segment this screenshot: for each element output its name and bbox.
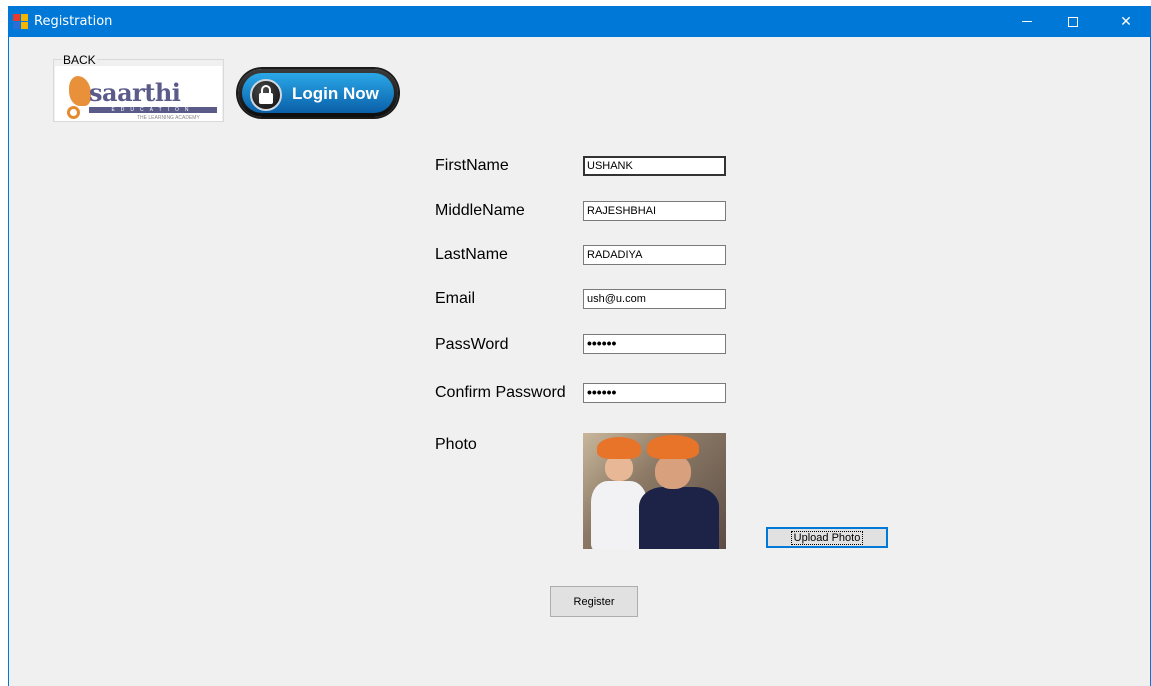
minimize-icon: [1022, 21, 1032, 22]
register-label: Register: [573, 595, 615, 608]
app-icon: [13, 14, 29, 30]
login-now-button[interactable]: Login Now: [238, 69, 398, 117]
photo-label: Photo: [435, 436, 477, 453]
upload-photo-button[interactable]: Upload Photo: [766, 527, 888, 548]
password-label: PassWord: [435, 336, 509, 353]
confirm-password-label: Confirm Password: [435, 384, 566, 401]
confirm-password-input[interactable]: ••••••: [583, 383, 726, 403]
maximize-icon: [1068, 16, 1078, 27]
middle-name-input[interactable]: RAJESHBHAI: [583, 201, 726, 221]
logo-band: EDUCATION: [89, 107, 217, 113]
charioteer-figure: [69, 76, 91, 106]
profile-photo: [583, 433, 726, 549]
chariot-wheel: [67, 106, 80, 119]
password-input[interactable]: ••••••: [583, 334, 726, 354]
registration-window: Registration ✕ BACK saarthi EDUCATION TH…: [8, 6, 1151, 686]
login-now-label: Login Now: [292, 84, 379, 103]
email-input[interactable]: ush@u.com: [583, 289, 726, 309]
logo-text: saarthi: [89, 78, 181, 107]
email-label: Email: [435, 290, 476, 307]
first-name-label: FirstName: [435, 157, 509, 174]
close-icon: ✕: [1120, 13, 1132, 29]
close-button[interactable]: ✕: [1103, 6, 1149, 37]
minimize-button[interactable]: [1004, 6, 1050, 37]
back-group-label: BACK: [62, 53, 97, 67]
window-title: Registration: [34, 14, 113, 29]
last-name-label: LastName: [435, 246, 508, 263]
logo-tagline: THE LEARNING ACADEMY: [137, 115, 200, 121]
middle-name-label: MiddleName: [435, 202, 525, 219]
back-group: BACK saarthi EDUCATION THE LEARNING ACAD…: [53, 53, 224, 122]
first-name-input[interactable]: USHANK: [583, 156, 726, 176]
last-name-input[interactable]: RADADIYA: [583, 245, 726, 265]
upload-photo-label: Upload Photo: [790, 530, 864, 545]
saarthi-logo-back-button[interactable]: saarthi EDUCATION THE LEARNING ACADEMY: [55, 66, 222, 121]
title-bar[interactable]: Registration ✕: [9, 6, 1150, 37]
register-button[interactable]: Register: [550, 586, 638, 617]
maximize-button[interactable]: [1050, 6, 1096, 37]
lock-icon: [250, 79, 282, 111]
